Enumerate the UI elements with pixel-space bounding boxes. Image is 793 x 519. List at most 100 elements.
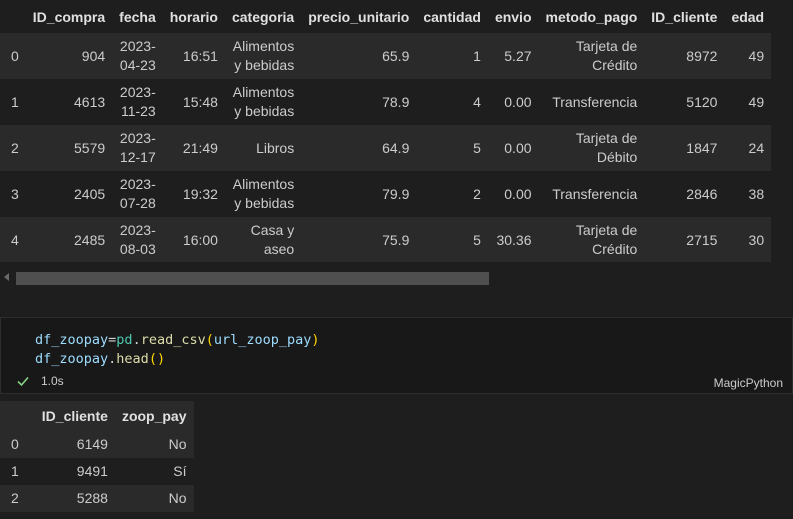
cell-id-cliente: 5288 [34,485,115,512]
column-header: precio_unitario [308,8,410,25]
cell-edad: 38 [724,171,772,217]
column-header: ID_cliente [651,8,718,25]
execution-status: 1.0s [16,374,64,388]
code-token-paren: ) [311,332,320,348]
check-icon [17,376,29,387]
table-row [0,512,194,519]
row-index [0,512,35,519]
table-row: 2 5288 No [0,485,194,512]
cell-fecha: 2023- 04-23 [112,33,163,79]
cell-horario: 16:00 [162,217,225,262]
cell-text-line: Transferencia [552,185,638,202]
cell-id-compra: 4613 [25,79,113,125]
horizontal-scrollbar[interactable] [0,268,793,288]
cell-metodo-pago: Transferencia [538,171,645,217]
cell-categoria: Casa y aseo [224,217,302,262]
cell-text-line: Alimentos [232,38,295,54]
cell-language-label[interactable]: MagicPython [714,376,783,390]
cell-edad: 49 [724,33,772,79]
cell-text-line: 07-28 [119,195,156,211]
cell-id-cliente: 8972 [644,33,725,79]
cell-text-line: Crédito [592,241,638,257]
cell-cantidad: 5 [416,125,488,171]
cell-zoop-pay: No [114,485,194,512]
table-row: 1 9491 Sí [0,458,194,485]
table-row: 3 2405 2023- 07-28 19:32 Alimentos y bebidas 79… [0,171,772,217]
cell-horario: 19:32 [162,171,225,217]
cell-id-compra: 904 [25,33,113,79]
cell-envio: 0.00 [487,79,539,125]
row-index: 1 [0,458,35,485]
cell-text-line: 2023- [119,38,156,54]
row-index: 0 [0,431,35,458]
cell-envio: 5.27 [487,33,539,79]
cell-text-line: Alimentos [232,176,295,192]
cell-text-line: Casa y [250,222,295,238]
cell-text-line: 2023- [119,130,156,146]
column-header: zoop_pay [114,401,194,431]
cell-text-line: 12-17 [119,149,156,165]
zoopay-table: ID_cliente zoop_pay 0 6149 No 1 9491 Sí 2 5288 No [0,401,194,519]
column-header: horario [169,8,218,25]
column-header: categoria [231,8,295,25]
cell-cantidad: 2 [416,171,488,217]
cell-text-line: Tarjeta de [575,130,638,146]
column-header: cantidad [423,8,481,25]
code-token-function: head [116,351,149,367]
scrollbar-thumb[interactable] [16,272,489,285]
cell-fecha: 2023- 08-03 [112,217,163,262]
cell-text-line: Libros [256,139,295,156]
cell-horario: 21:49 [162,125,225,171]
cell-text-line: y bebidas [234,195,295,211]
row-index: 2 [0,485,35,512]
cell-precio-unitario: 75.9 [301,217,417,262]
cell-fecha: 2023- 12-17 [112,125,163,171]
cell-fecha: 2023- 07-28 [112,171,163,217]
table-header-row: ID_compra fecha horario categoria precio_uni… [0,0,771,33]
cell-metodo-pago: Tarjeta de Crédito [538,33,645,79]
notebook-output: ID_compra fecha horario categoria precio_uni… [0,0,793,519]
code-line-2: df_zoopay.head() [35,351,165,367]
cell-id-compra: 5579 [25,125,113,171]
cell-text-line: Crédito [592,57,638,73]
cell-envio: 0.00 [487,171,539,217]
cell-cantidad: 1 [416,33,488,79]
cell-text-line: y bebidas [234,57,295,73]
code-token-function: read_csv [140,332,206,348]
cell-text-line: 2023- [119,84,156,100]
code-token-variable: df_zoopay [35,351,109,367]
cell-id-cliente: 2846 [644,171,725,217]
index-header [0,0,26,33]
table-row: 2 5579 2023- 12-17 21:49 Libros 64.9 5 0.00 Tarje… [0,125,772,171]
row-index: 4 [0,217,26,262]
cell-categoria: Alimentos y bebidas [224,79,302,125]
cell-text-line: Tarjeta de [575,222,638,238]
table-row: 0 904 2023- 04-23 16:51 Alimentos y bebidas 65.… [0,33,772,79]
column-header: fecha [119,8,156,25]
cell-text-line: 04-23 [119,57,156,73]
dataframe-output-purchases: ID_compra fecha horario categoria precio_uni… [0,0,793,262]
cell-categoria: Libros [224,125,302,171]
cell-text-line: aseo [263,241,295,257]
code-token-paren: () [148,351,166,367]
dataframe-output-zoopay: ID_cliente zoop_pay 0 6149 No 1 9491 Sí 2 5288 No [0,401,200,519]
cell-edad: 49 [724,79,772,125]
cell-precio-unitario: 65.9 [301,33,417,79]
cell-horario: 15:48 [162,79,225,125]
code-cell[interactable]: df_zoopay=pd.read_csv(url_zoop_pay) df_z… [0,317,793,394]
cell-categoria: Alimentos y bebidas [224,33,302,79]
cell-text-line: Alimentos [232,84,295,100]
code-editor[interactable]: df_zoopay=pd.read_csv(url_zoop_pay) df_z… [35,331,320,369]
cell-id-cliente: 6149 [34,431,115,458]
cell-text-line: 08-03 [119,241,156,257]
column-header: envio [494,8,532,25]
cell-precio-unitario: 64.9 [301,125,417,171]
row-index: 2 [0,125,26,171]
code-token-dot: . [132,332,141,348]
cell-categoria: Alimentos y bebidas [224,171,302,217]
cell-text-line: y bebidas [234,103,295,119]
code-line-1: df_zoopay=pd.read_csv(url_zoop_pay) [35,332,320,348]
cell-id-cliente: 9491 [34,458,115,485]
scroll-left-arrow-icon[interactable] [4,273,9,281]
table-row: 1 4613 2023- 11-23 15:48 Alimentos y bebidas 78… [0,79,772,125]
